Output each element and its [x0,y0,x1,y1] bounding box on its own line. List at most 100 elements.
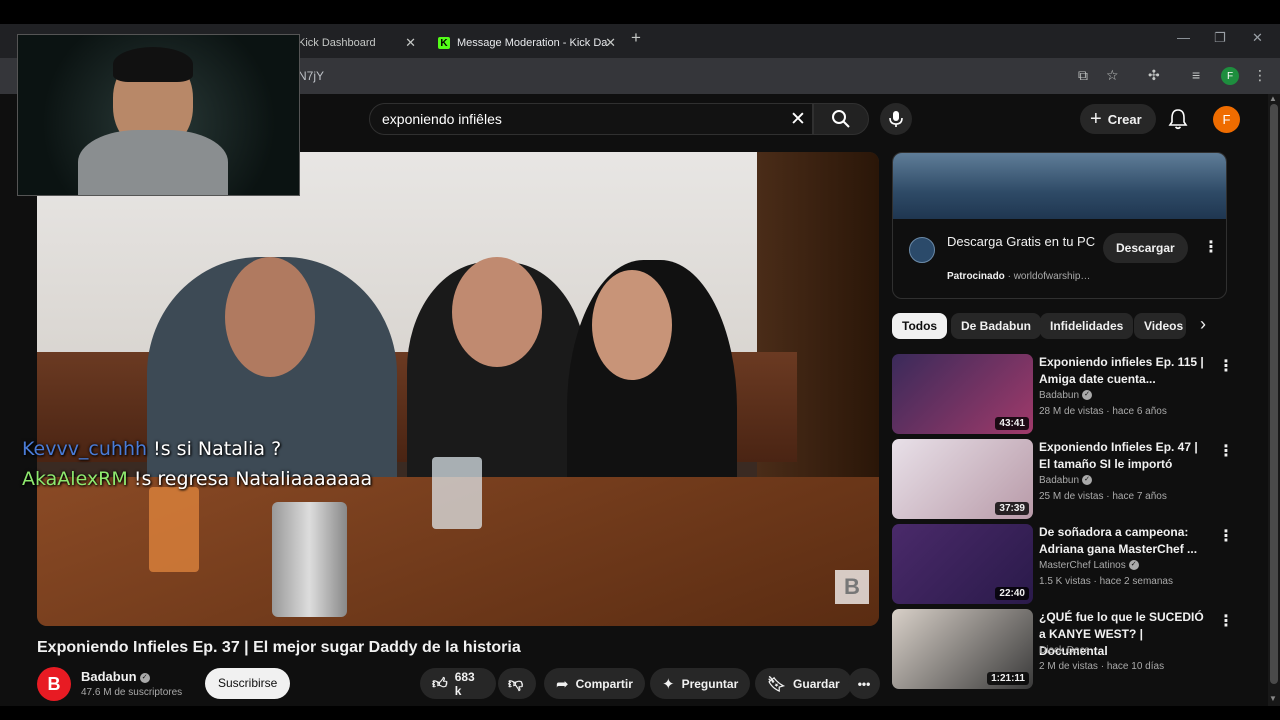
cast-icon[interactable]: ⧉ [1078,67,1088,84]
chip-infidelidades[interactable]: Infidelidades [1040,313,1134,339]
dislike-button[interactable]: 👎︎ [498,668,536,699]
video-duration: 1:21:11 [987,672,1029,685]
recommendation-meta: 25 M de vistas · hace 7 años [1039,491,1167,502]
user-avatar[interactable]: F [1213,106,1240,133]
ad-menu-icon[interactable]: ⋮ [1203,237,1219,257]
video-title: Exponiendo Infieles Ep. 37 | El mejor su… [37,639,521,656]
recommendation-menu-icon[interactable]: ⋮ [1218,526,1234,546]
recommendation-channel: Badabun ✓ [1039,390,1093,401]
verified-icon: ✓ [1082,390,1093,401]
recommendation-item[interactable]: 22:40 De soñadora a campeona: Adriana ga… [892,524,1268,604]
screen-bottom-bar [0,706,1280,720]
video-player[interactable]: B [37,152,879,626]
recommendation-menu-icon[interactable]: ⋮ [1218,441,1234,461]
save-button[interactable]: 🔖︎ Guardar [755,668,852,699]
video-duration: 43:41 [995,417,1029,430]
voice-search-button[interactable] [880,103,912,135]
screen-top-bar [0,0,1280,24]
restore-icon[interactable]: ❐ [1214,30,1226,46]
like-button[interactable]: 👍︎ 683 k [420,668,496,699]
search-icon [832,110,850,128]
channel-name[interactable]: Badabun ✓ [81,669,150,684]
ask-label: Preguntar [681,676,739,691]
recommendation-channel-name: MasterChef Latinos [1039,560,1126,571]
video-duration: 37:39 [995,502,1029,515]
recommendation-views: 28 M de vistas [1039,406,1104,417]
extensions-icon[interactable]: ✣ [1148,67,1160,84]
recommendation-age: hace 7 años [1112,491,1167,502]
sponsored-ad-card[interactable]: Descarga Gratis en tu PC Patrocinado · w… [892,152,1227,299]
close-window-icon[interactable]: ✕ [1252,30,1263,46]
recommendation-views: 1.5 K vistas [1039,576,1091,587]
create-label: Crear [1107,111,1142,127]
chip-videos[interactable]: Videos [1134,313,1186,339]
verified-icon: ✓ [1128,560,1139,571]
chip-todos[interactable]: Todos [892,313,948,339]
ad-download-button[interactable]: Descargar [1103,233,1188,263]
recommendation-channel-name: Badabun [1039,390,1080,401]
recommendation-meta: 1.5 K vistas · hace 2 semanas [1039,576,1173,587]
sparkle-icon: ✦ [662,675,675,693]
like-count: 683 k [454,669,475,698]
close-tab-icon[interactable]: ✕ [405,35,416,51]
recommendation-meta: 28 M de vistas · hace 6 años [1039,406,1167,417]
ad-sponsor-line: Patrocinado · worldofwarship… [947,271,1091,282]
bookmark-icon: 🔖︎ [767,675,787,693]
recommendation-age: hace 6 años [1112,406,1167,417]
subscribe-button[interactable]: Suscribirse [205,668,291,699]
recommendation-thumbnail: 37:39 [892,439,1033,519]
media-control-icon[interactable]: ≡ [1192,67,1200,83]
bell-icon [1168,109,1188,130]
more-actions-button[interactable]: ••• [848,668,880,699]
video-glass-orange [149,487,199,572]
search-input[interactable]: exponiendo infiêles [369,103,813,135]
chip-de-badabun[interactable]: De Badabun [951,313,1042,339]
tab-kick-dashboard[interactable]: Kick Dashboard ✕ [290,28,422,58]
page-scrollbar[interactable]: ▲ ▼ [1268,94,1280,706]
browser-profile-icon[interactable]: F [1221,67,1239,85]
create-button[interactable]: + Crear [1080,104,1156,134]
url-field[interactable]: N7jY [290,64,1040,88]
chat-username: AkaAlexRM [22,468,128,490]
recommendation-menu-icon[interactable]: ⋮ [1218,611,1234,631]
channel-avatar[interactable]: B [37,667,71,701]
recommendation-menu-icon[interactable]: ⋮ [1218,356,1234,376]
new-tab-button[interactable]: + [631,28,641,48]
scroll-down-icon[interactable]: ▼ [1269,694,1277,703]
menu-dots-icon[interactable]: ⋮ [1253,67,1267,84]
ad-advertiser: worldofwarship… [1013,271,1091,282]
clear-search-icon[interactable]: ✕ [790,108,806,131]
tab-label: Message Moderation - Kick Da [457,37,608,49]
bookmark-star-icon[interactable]: ☆ [1106,67,1119,84]
minimize-icon[interactable]: — [1177,30,1190,45]
thumbs-down-icon: 👎︎ [508,674,524,692]
ad-advertiser-logo [909,237,935,263]
scroll-thumb[interactable] [1270,104,1278,684]
recommendation-thumbnail: 1:21:11 [892,609,1033,689]
share-label: Compartir [575,676,633,691]
share-button[interactable]: ➦ Compartir [544,668,645,699]
webcam-hair [113,47,193,82]
recommendation-item[interactable]: 1:21:11 ¿QUÉ fue lo que le SUCEDIÓ a KAN… [892,609,1268,689]
recommendation-title: De soñadora a campeona: Adriana gana Mas… [1039,525,1198,556]
recommendation-age: hace 10 días [1106,661,1165,672]
recommendation-title: Exponiendo Infieles Ep. 47 | El tamaño S… [1039,440,1198,471]
video-face-woman-center [452,257,542,367]
recommendation-thumbnail: 22:40 [892,524,1033,604]
recommendation-channel-name: Badabun [1039,475,1080,486]
recommendation-thumbnail: 43:41 [892,354,1033,434]
ask-button[interactable]: ✦ Preguntar [650,668,751,699]
notifications-button[interactable] [1168,108,1188,135]
chat-text: !s regresa Nataliaaaaaaa [133,468,373,490]
close-tab-icon[interactable]: ✕ [605,35,616,51]
scroll-up-icon[interactable]: ▲ [1269,94,1277,103]
chevron-right-icon[interactable]: › [1200,314,1206,335]
recommendation-channel: MasterChef Latinos ✓ [1039,560,1139,571]
recommendation-meta: 2 M de vistas · hace 10 días [1039,661,1165,672]
recommendation-item[interactable]: 43:41 Exponiendo infieles Ep. 115 | Amig… [892,354,1268,434]
tab-message-moderation[interactable]: K Message Moderation - Kick Da ✕ [430,28,622,58]
video-metal-cup [272,502,347,617]
verified-icon: ✓ [1082,475,1093,486]
recommendation-item[interactable]: 37:39 Exponiendo Infieles Ep. 47 | El ta… [892,439,1268,519]
search-button[interactable] [813,103,869,135]
